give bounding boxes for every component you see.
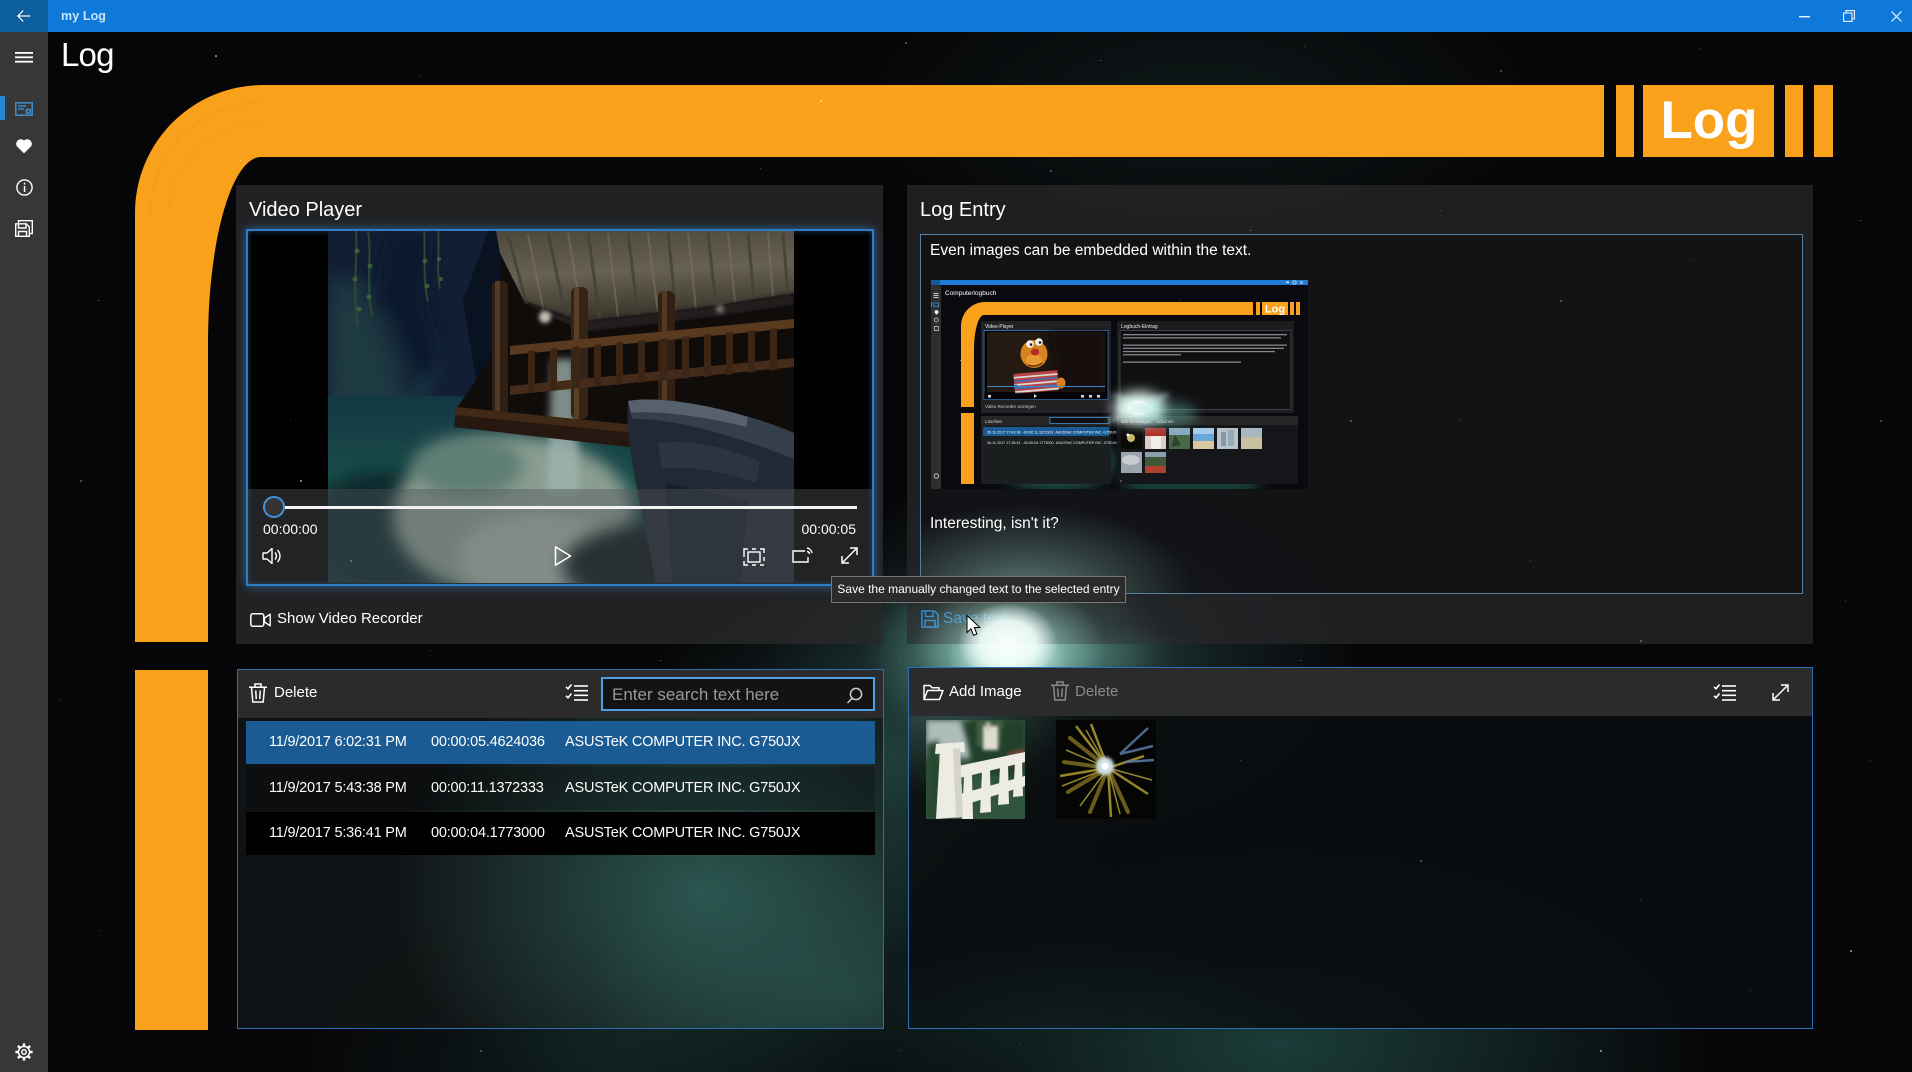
svg-text:Video Recorder anzeigen: Video Recorder anzeigen [985, 404, 1036, 409]
svg-text:26.11.2017 17:43:38 -00:00:11: 26.11.2017 17:43:38 -00:00:11.1372333 AS… [987, 431, 1117, 435]
svg-text:Log: Log [1265, 304, 1285, 316]
svg-text:Löschen: Löschen [985, 419, 1003, 424]
svg-text:26.11.2017 17:36:41 -00:00:04: 26.11.2017 17:36:41 -00:00:04.1773000 AS… [987, 441, 1117, 445]
svg-text:Logbuch-Eintrag: Logbuch-Eintrag [1121, 324, 1158, 330]
svg-text:Computerlogbuch: Computerlogbuch [945, 290, 997, 297]
svg-text:Video-Player: Video-Player [985, 324, 1014, 330]
svg-text:Log: Log [1660, 91, 1757, 150]
